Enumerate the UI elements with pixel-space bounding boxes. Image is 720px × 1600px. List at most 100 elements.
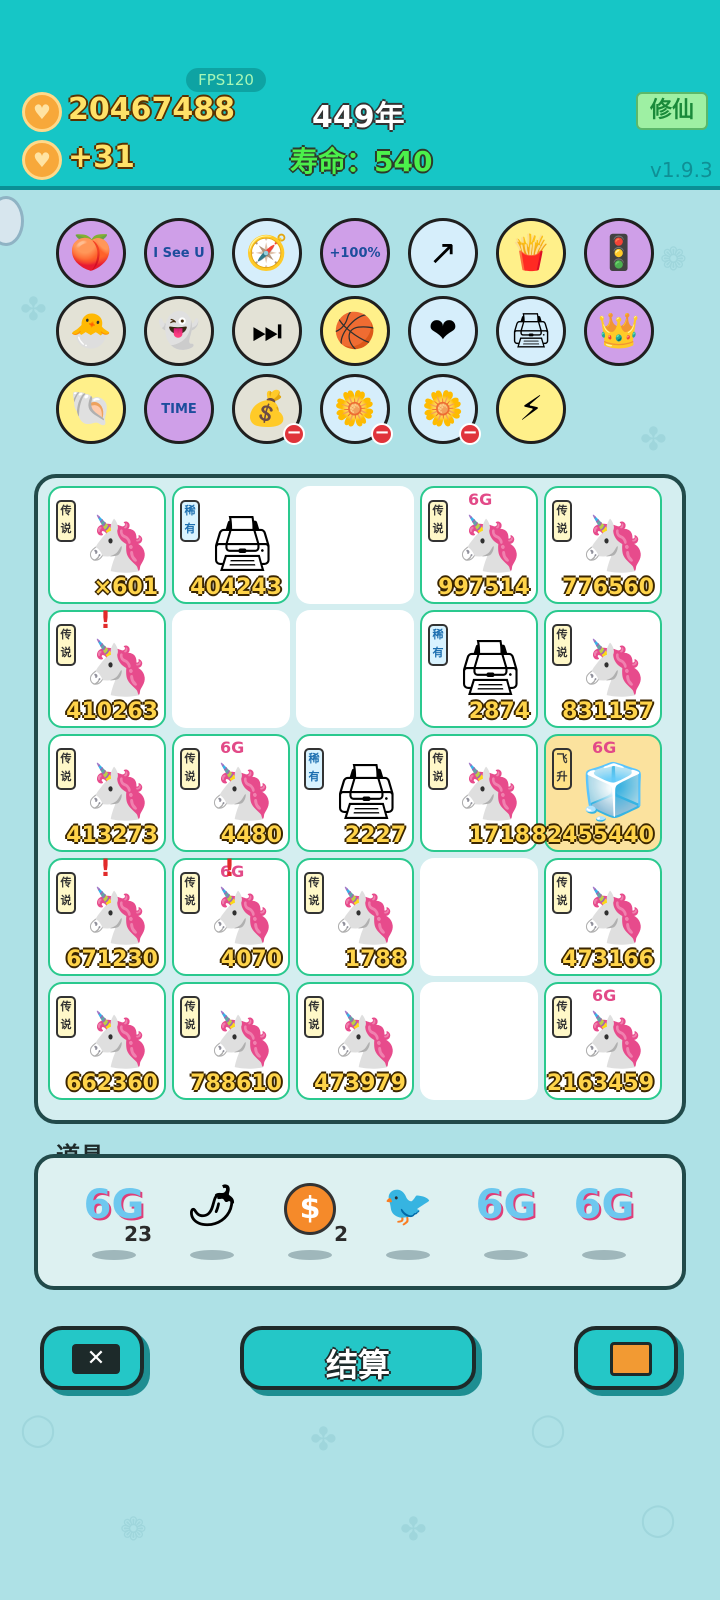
- growth-arrow-icon[interactable]: ↗: [408, 218, 478, 288]
- board-cell-unicorn[interactable]: 传说 🦄 1718: [420, 734, 538, 852]
- board-cell-unicorn[interactable]: 传说 🦄 1788: [296, 858, 414, 976]
- cell-value: 4480: [220, 823, 282, 848]
- 6g-item[interactable]: 6G: [466, 1162, 546, 1262]
- board-cell-unicorn[interactable]: 传说 🦄 6G 997514: [420, 486, 538, 604]
- chili-icon: 🌶: [186, 1183, 238, 1229]
- board-cell-printer[interactable]: 稀有 🖨 2227: [296, 734, 414, 852]
- fries-icon[interactable]: 🍟: [496, 218, 566, 288]
- cell-value: 413273: [66, 823, 158, 848]
- item-shadow: [386, 1250, 430, 1260]
- board-cell-unicorn[interactable]: 传说 🦄 6G! 4070: [172, 854, 290, 976]
- xiuxian-button[interactable]: 修仙: [636, 92, 708, 130]
- lightning-icon[interactable]: ⚡: [496, 374, 566, 444]
- clover-icon: ✤: [640, 420, 667, 458]
- board-cell-printer[interactable]: 稀有 🖨 2874: [420, 610, 538, 728]
- clover-icon: ✤: [20, 290, 47, 328]
- rarity-tag: 传说: [56, 748, 76, 790]
- i-see-u-icon[interactable]: I See U: [144, 218, 214, 288]
- empty-board-cell[interactable]: [420, 982, 538, 1100]
- board-cell-fridge[interactable]: 飞升 🧊 6G 82455440: [532, 734, 662, 852]
- chick-egg-icon[interactable]: 🐣: [56, 296, 126, 366]
- empty-board-cell[interactable]: [172, 610, 290, 728]
- merge-board: 传说 🦄 ×601 稀有 🖨 404243 传说 🦄 6G 997514 传说 🦄 776560 传说 🦄!…: [34, 474, 686, 1124]
- sunglasses-peach-icon[interactable]: 🍑: [56, 218, 126, 288]
- basketballs-icon[interactable]: 🏀: [320, 296, 390, 366]
- cell-value: 404243: [190, 575, 282, 600]
- remove-icon[interactable]: −: [459, 423, 481, 445]
- side-menu-handle[interactable]: [0, 196, 24, 246]
- tier-badge: 6G: [220, 738, 245, 757]
- cell-value: 2227: [344, 823, 406, 848]
- compass-icon[interactable]: 🧭: [232, 218, 302, 288]
- rarity-tag: 传说: [428, 748, 448, 790]
- shell-icon[interactable]: 🐚: [56, 374, 126, 444]
- cell-value: 1718: [468, 823, 530, 848]
- board-cell-unicorn[interactable]: 传说 🦄 788610: [172, 982, 290, 1100]
- rarity-tag: 传说: [304, 996, 324, 1038]
- flower-pot-icon[interactable]: 🌼 −: [320, 374, 393, 445]
- tier-badge: 6G: [592, 738, 617, 757]
- board-cell-unicorn[interactable]: 传说 🦄 662360: [48, 982, 166, 1100]
- cell-value: 4070: [220, 947, 282, 972]
- unicorn-icon: 🦄: [580, 636, 648, 699]
- traffic-light-icon[interactable]: 🚦: [584, 218, 654, 288]
- board-cell-unicorn[interactable]: 传说 🦄 473166: [544, 858, 662, 976]
- rarity-tag: 传说: [56, 624, 76, 666]
- board-cell-unicorn[interactable]: 传说 🦄 831157: [544, 610, 662, 728]
- 6g-item[interactable]: 6G 23: [74, 1162, 154, 1262]
- flower-pot-icon[interactable]: 🌼 −: [408, 374, 481, 445]
- 6g-item[interactable]: 6G: [564, 1162, 644, 1262]
- empty-board-cell[interactable]: [296, 610, 414, 728]
- item-shadow: [190, 1250, 234, 1260]
- rarity-tag: 稀有: [304, 748, 324, 790]
- clover-icon: ✤: [310, 1420, 337, 1458]
- duck-item[interactable]: 🐦: [368, 1162, 448, 1262]
- skill-text: +100%: [329, 245, 381, 261]
- bag-button[interactable]: [574, 1326, 678, 1390]
- clover-icon: ❁: [120, 1510, 147, 1548]
- unicorn-icon: 🦄: [84, 1008, 152, 1071]
- empty-board-cell[interactable]: [296, 486, 414, 604]
- rarity-tag: 传说: [552, 624, 572, 666]
- skill-text: TIME: [161, 401, 197, 417]
- money-bag-icon[interactable]: 💰 −: [232, 374, 305, 445]
- unicorn-icon: 🦄: [84, 760, 152, 823]
- rarity-tag: 飞升: [552, 748, 572, 790]
- ghost-icon[interactable]: 👻: [144, 296, 214, 366]
- item-count: 23: [124, 1222, 152, 1246]
- board-cell-printer[interactable]: 稀有 🖨 404243: [172, 486, 290, 604]
- cell-value: 2874: [468, 699, 530, 724]
- remove-icon[interactable]: −: [283, 423, 305, 445]
- crown-box-icon[interactable]: 👑: [584, 296, 654, 366]
- cell-value: 473166: [562, 947, 654, 972]
- year-counter: 449年: [312, 100, 405, 135]
- skip-icon[interactable]: ⏭: [232, 296, 302, 366]
- circle-icon: ◯: [20, 1410, 56, 1448]
- rarity-tag: 传说: [552, 872, 572, 914]
- printer-warning-icon[interactable]: 🖨: [496, 296, 566, 366]
- board-cell-unicorn[interactable]: 传说 🦄 413273: [48, 734, 166, 852]
- board-cell-unicorn[interactable]: 传说 🦄 6G 2163459: [544, 982, 662, 1100]
- board-cell-unicorn[interactable]: 传说 🦄 6G 4480: [172, 734, 290, 852]
- board-cell-unicorn[interactable]: 传说 🦄 473979: [296, 982, 414, 1100]
- item-shadow: [92, 1250, 136, 1260]
- tier-badge: 6G: [468, 490, 493, 509]
- close-button[interactable]: ✕: [40, 1326, 144, 1390]
- item-count: 2: [334, 1222, 348, 1246]
- chili-item[interactable]: 🌶: [172, 1162, 252, 1262]
- cell-value: 473979: [314, 1071, 406, 1096]
- remove-icon[interactable]: −: [371, 423, 393, 445]
- board-cell-unicorn[interactable]: 传说 🦄! 671230: [48, 854, 166, 976]
- printer-icon: 🖨: [208, 512, 277, 575]
- coin-item[interactable]: $2: [270, 1162, 350, 1262]
- board-cell-unicorn[interactable]: 传说 🦄 ×601: [48, 486, 166, 604]
- heart-potion-icon[interactable]: ❤: [408, 296, 478, 366]
- time-magazine-icon[interactable]: TIME: [144, 374, 214, 444]
- board-cell-unicorn[interactable]: 传说 🦄! 410263: [48, 606, 166, 728]
- board-cell-unicorn[interactable]: 传说 🦄 776560: [544, 486, 662, 604]
- rarity-tag: 传说: [552, 500, 572, 542]
- empty-board-cell[interactable]: [420, 858, 538, 976]
- fridge-icon: 🧊: [580, 760, 648, 823]
- settle-button[interactable]: 结算: [240, 1326, 476, 1390]
- bubble-tea-icon[interactable]: +100%: [320, 218, 390, 288]
